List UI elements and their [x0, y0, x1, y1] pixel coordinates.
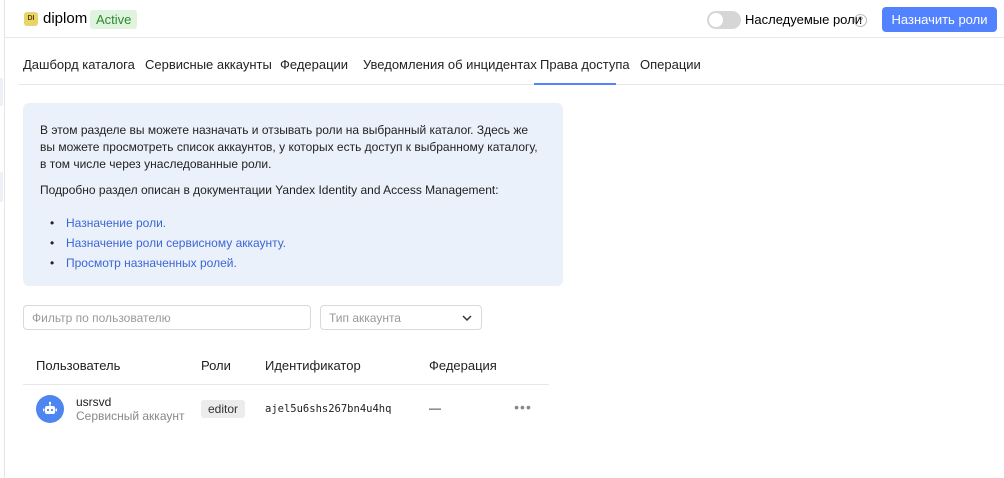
tab-service-accounts[interactable]: Сервисные аккаунты: [145, 57, 272, 72]
tab-incident-notifications[interactable]: Уведомления об инцидентах: [363, 57, 537, 72]
column-header-user: Пользователь: [36, 358, 121, 373]
table-header: Пользователь Роли Идентификатор Федераци…: [23, 345, 549, 385]
tab-catalog-dashboard[interactable]: Дашборд каталога: [23, 57, 135, 72]
left-rail: [0, 0, 5, 478]
info-links-list: Назначение роли. Назначение роли сервисн…: [50, 213, 286, 273]
inherited-roles-toggle[interactable]: [707, 11, 741, 29]
left-rail-marker: [0, 78, 3, 106]
link-view-assigned-roles[interactable]: Просмотр назначенных ролей.: [66, 256, 237, 270]
more-actions-icon[interactable]: •••: [513, 400, 533, 416]
account-type-select[interactable]: Тип аккаунта: [320, 305, 482, 330]
info-box: В этом разделе вы можете назначать и отз…: [23, 103, 563, 286]
folder-name: diplom: [43, 10, 88, 27]
info-paragraph: В этом разделе вы можете назначать и отз…: [40, 123, 538, 171]
status-badge: Active: [90, 10, 138, 29]
active-tab-indicator: [534, 83, 616, 85]
robot-icon: [43, 401, 57, 414]
account-id: ajel5u6shs267bn4u4hq: [265, 403, 392, 415]
folder-icon: DI: [24, 12, 38, 26]
user-type: Сервисный аккаунт: [76, 409, 185, 423]
account-type-placeholder: Тип аккаунта: [329, 311, 401, 325]
tabs-bar: Дашборд каталога Сервисные аккаунты Феде…: [18, 38, 1004, 85]
info-paragraph-docs: Подробно раздел описан в документации Ya…: [40, 183, 499, 197]
list-item: Просмотр назначенных ролей.: [50, 253, 286, 273]
inherited-roles-label: Наследуемые роли: [745, 12, 862, 27]
column-header-id: Идентификатор: [265, 358, 361, 373]
tab-operations[interactable]: Операции: [640, 57, 701, 72]
help-icon[interactable]: ?: [854, 14, 867, 27]
chevron-down-icon: [462, 315, 472, 322]
tab-access-rights[interactable]: Права доступа: [540, 57, 630, 72]
list-item: Назначение роли.: [50, 213, 286, 233]
user-name: usrsvd: [76, 395, 112, 409]
left-rail-marker: [0, 172, 3, 202]
tab-federations[interactable]: Федерации: [280, 57, 348, 72]
avatar: [36, 395, 64, 423]
column-header-roles: Роли: [201, 358, 231, 373]
link-assign-role[interactable]: Назначение роли.: [66, 216, 166, 230]
link-assign-role-service-account[interactable]: Назначение роли сервисному аккаунту.: [66, 236, 286, 250]
column-header-federation: Федерация: [429, 358, 497, 373]
user-filter-input[interactable]: [23, 305, 311, 330]
role-chip: editor: [201, 400, 246, 418]
toggle-knob: [709, 13, 723, 27]
federation-value: —: [429, 401, 441, 415]
page-header: DI diplom Active Наследуемые роли ? Назн…: [5, 0, 1004, 38]
table-row[interactable]: usrsvd Сервисный аккаунт editor ajel5u6s…: [23, 386, 549, 434]
assign-roles-button[interactable]: Назначить роли: [882, 7, 997, 32]
list-item: Назначение роли сервисному аккаунту.: [50, 233, 286, 253]
